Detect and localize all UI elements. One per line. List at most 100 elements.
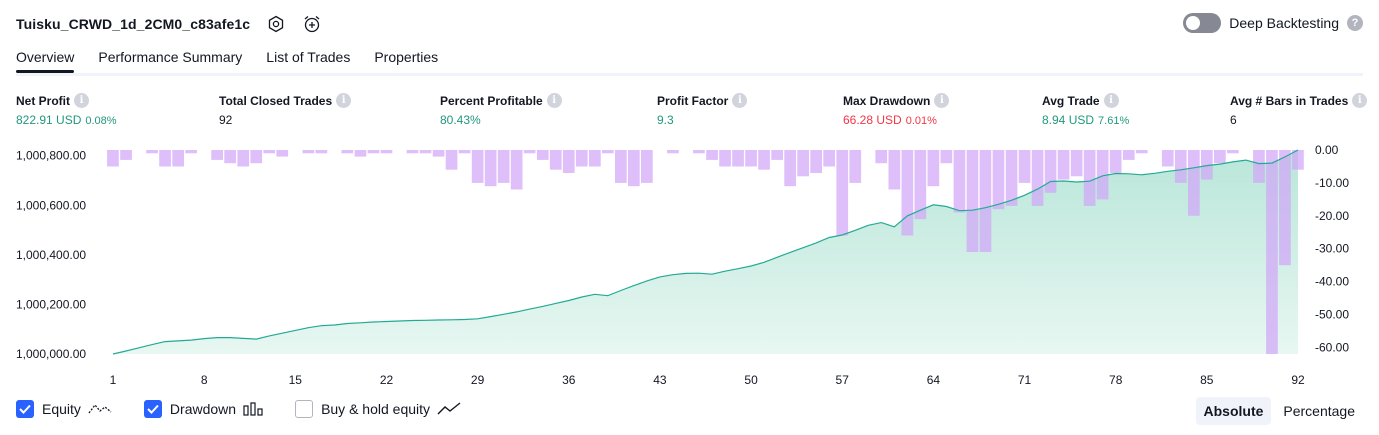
- metric-avg-bars: Avg # Bars in Trades i 6: [1230, 93, 1368, 127]
- settings-icon[interactable]: [266, 14, 286, 34]
- x-axis-tick-label: 8: [201, 373, 208, 387]
- strategy-name: Tuisku_CRWD_1d_2CM0_c83afe1c: [16, 16, 251, 32]
- drawdown-bar: [1018, 150, 1031, 183]
- drawdown-bar: [523, 150, 536, 154]
- drawdown-bar: [432, 150, 445, 157]
- drawdown-bar: [1109, 150, 1122, 173]
- legend-drawdown[interactable]: Drawdown: [143, 400, 263, 418]
- metric-value: 8.94 USD: [1042, 113, 1095, 127]
- equity-drawdown-chart[interactable]: 1,000,000.00 1,000,200.00 1,000,400.00 1,00…: [0, 140, 1379, 390]
- drawdown-bar: [1227, 150, 1239, 154]
- tab-overview[interactable]: Overview: [16, 46, 75, 73]
- drawdown-bar: [419, 150, 432, 154]
- deep-backtesting-toggle[interactable]: [1183, 13, 1222, 33]
- legend-label: Drawdown: [169, 401, 237, 417]
- deep-backtesting: Deep Backtesting ?: [1183, 13, 1363, 33]
- right-axis-tick-label: -40.00: [1315, 275, 1349, 289]
- info-icon[interactable]: i: [546, 93, 562, 108]
- right-axis-tick-label: -20.00: [1315, 209, 1349, 223]
- drawdown-bar: [1083, 150, 1096, 206]
- metric-value: 822.91 USD: [16, 113, 82, 127]
- left-axis-tick-label: 1,000,800.00: [16, 149, 86, 163]
- tab-properties[interactable]: Properties: [374, 46, 438, 73]
- right-axis-tick-label: 0.00: [1315, 143, 1339, 157]
- metric-label: Max Drawdown: [843, 93, 931, 108]
- legend-buy-hold[interactable]: Buy & hold equity: [295, 400, 461, 418]
- info-icon[interactable]: i: [336, 93, 352, 108]
- drawdown-bar: [693, 150, 705, 154]
- buy-hold-line-icon: [437, 402, 461, 416]
- drawdown-bar: [771, 150, 783, 160]
- info-icon[interactable]: i: [934, 93, 950, 108]
- metric-label: Net Profit: [16, 93, 70, 108]
- drawdown-bar: [1292, 150, 1304, 170]
- drawdown-bar: [380, 150, 393, 154]
- drawdown-bar: [1174, 150, 1187, 183]
- drawdown-bar: [1135, 150, 1148, 154]
- metric-percent: 0.01%: [905, 115, 937, 127]
- drawdown-bar: [732, 150, 744, 167]
- x-axis-tick-label: 15: [289, 373, 303, 387]
- drawdown-bar: [1214, 150, 1226, 164]
- drawdown-bar: [250, 150, 263, 164]
- right-axis-tick-label: -10.00: [1315, 176, 1349, 190]
- drawdown-bar: [628, 150, 640, 187]
- drawdown-bar: [445, 150, 458, 170]
- percentage-button[interactable]: Percentage: [1275, 397, 1363, 425]
- drawdown-bar: [758, 150, 770, 170]
- x-axis-tick-label: 85: [1200, 373, 1214, 387]
- drawdown-bar: [706, 150, 718, 160]
- info-icon[interactable]: i: [732, 93, 748, 108]
- x-axis-tick-label: 50: [744, 373, 758, 387]
- drawdown-bar: [810, 150, 822, 173]
- equity-area: [113, 150, 1298, 354]
- x-axis-tick-label: 36: [562, 373, 576, 387]
- drawdown-bar: [875, 150, 888, 164]
- chart-mode-switch: Absolute Percentage: [1195, 397, 1364, 425]
- drawdown-bar: [667, 150, 679, 154]
- drawdown-bar: [1044, 150, 1057, 193]
- tab-performance-summary[interactable]: Performance Summary: [98, 46, 242, 73]
- alarm-add-icon[interactable]: [302, 14, 322, 34]
- drawdown-bar: [1253, 150, 1265, 183]
- x-axis-tick-label: 43: [653, 373, 667, 387]
- info-icon[interactable]: i: [1352, 93, 1368, 108]
- x-axis-tick-label: 22: [380, 373, 394, 387]
- drawdown-bar: [263, 150, 276, 154]
- drawdown-bar: [497, 150, 510, 183]
- drawdown-bar: [341, 150, 354, 154]
- legend-label: Equity: [42, 401, 81, 417]
- right-axis-tick-label: -50.00: [1315, 308, 1349, 322]
- legend-equity[interactable]: Equity: [16, 400, 112, 418]
- metric-value: 6: [1230, 113, 1237, 127]
- checkbox-unchecked-icon[interactable]: [295, 400, 314, 418]
- drawdown-bar: [159, 150, 171, 167]
- metric-percent: 0.08%: [85, 115, 117, 127]
- checkbox-checked-icon[interactable]: [16, 400, 34, 418]
- drawdown-bar: [979, 150, 992, 252]
- metric-total-closed-trades: Total Closed Trades i 92: [219, 93, 352, 127]
- drawdown-bar: [1005, 150, 1018, 206]
- help-icon[interactable]: ?: [1347, 15, 1363, 31]
- drawdown-bar: [367, 150, 380, 154]
- drawdown-bar: [107, 150, 119, 167]
- drawdown-bar: [237, 150, 250, 167]
- info-icon[interactable]: i: [1103, 93, 1119, 108]
- tab-list-of-trades[interactable]: List of Trades: [266, 46, 350, 73]
- x-axis-tick-label: 57: [836, 373, 850, 387]
- drawdown-bar: [901, 150, 914, 236]
- left-axis-tick-label: 1,000,000.00: [16, 347, 86, 361]
- absolute-button[interactable]: Absolute: [1195, 397, 1272, 425]
- drawdown-bar: [888, 150, 901, 190]
- info-icon[interactable]: i: [74, 93, 89, 108]
- metric-label: Total Closed Trades: [219, 93, 333, 108]
- drawdown-bar: [172, 150, 184, 167]
- checkbox-checked-icon[interactable]: [143, 400, 162, 418]
- drawdown-bar: [549, 150, 562, 170]
- drawdown-bar: [615, 150, 627, 183]
- right-axis-tick-label: -30.00: [1315, 242, 1349, 256]
- drawdown-bar: [1070, 150, 1083, 177]
- metric-value: 92: [219, 113, 233, 127]
- x-axis-tick-label: 71: [1018, 373, 1032, 387]
- metric-percent: 7.61%: [1098, 115, 1130, 127]
